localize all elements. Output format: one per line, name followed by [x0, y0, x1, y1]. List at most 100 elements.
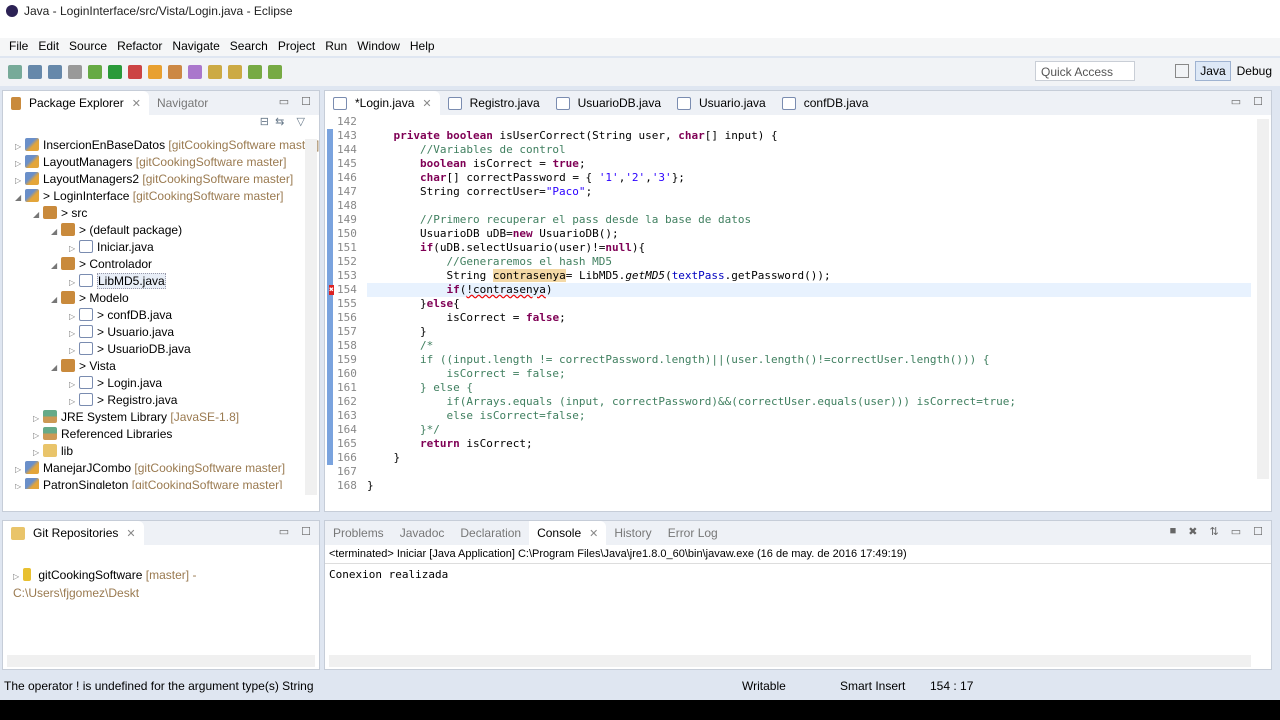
expanded-arrow-icon[interactable]: ◢	[51, 257, 61, 274]
tab-editor-file[interactable]: Registro.java	[440, 93, 548, 113]
editor-scrollbar[interactable]	[1257, 119, 1269, 479]
run-icon[interactable]	[108, 65, 122, 79]
forward-icon[interactable]	[268, 65, 282, 79]
tab-javadoc[interactable]: Javadoc	[392, 523, 453, 543]
tree-item[interactable]: ▷ JRE System Library [JavaSE-1.8]	[3, 409, 319, 426]
open-type-icon[interactable]	[168, 65, 182, 79]
perspective-debug[interactable]: Debug	[1237, 64, 1272, 78]
tree-item[interactable]: ▷ InsercionEnBaseDatos [gitCookingSoftwar…	[3, 137, 319, 154]
code-area[interactable]: 142 143 private boolean isUserCorrect(Str…	[329, 115, 1251, 493]
remove-launch-icon[interactable]: ✖	[1188, 525, 1197, 538]
collapsed-arrow-icon[interactable]: ▷	[69, 376, 79, 393]
collapsed-arrow-icon[interactable]: ▷	[69, 325, 79, 342]
maximize-icon[interactable]: ☐	[1253, 95, 1263, 108]
maximize-icon[interactable]: ☐	[1253, 525, 1263, 538]
close-icon[interactable]: ✕	[422, 97, 431, 110]
git-repo-item[interactable]: ▷ gitCookingSoftware [master] - C:\Users…	[3, 567, 319, 602]
expanded-arrow-icon[interactable]: ◢	[51, 359, 61, 376]
menu-source[interactable]: Source	[64, 38, 112, 56]
menu-run[interactable]: Run	[320, 38, 352, 56]
new-icon[interactable]	[8, 65, 22, 79]
menu-help[interactable]: Help	[405, 38, 440, 56]
tree-item[interactable]: ▷ > Usuario.java	[3, 324, 319, 341]
tab-editor-file[interactable]: UsuarioDB.java	[548, 93, 669, 113]
external-tools-icon[interactable]	[128, 65, 142, 79]
collapsed-arrow-icon[interactable]: ▷	[33, 410, 43, 427]
tab-history[interactable]: History	[606, 523, 659, 543]
tab-declaration[interactable]: Declaration	[452, 523, 529, 543]
tree-item[interactable]: ▷ > Registro.java	[3, 392, 319, 409]
back-icon[interactable]	[248, 65, 262, 79]
error-marker-icon[interactable]: ✖	[329, 285, 334, 295]
tab-problems[interactable]: Problems	[325, 523, 392, 543]
expanded-arrow-icon[interactable]: ◢	[51, 223, 61, 240]
tree-item[interactable]: ▷ > UsuarioDB.java	[3, 341, 319, 358]
menu-navigate[interactable]: Navigate	[167, 38, 224, 56]
tree-item[interactable]: ▷ PatronSingleton [gitCookingSoftware mas…	[3, 477, 319, 489]
save-all-icon[interactable]	[48, 65, 62, 79]
expanded-arrow-icon[interactable]: ◢	[33, 206, 43, 223]
terminate-icon[interactable]: ■	[1170, 525, 1177, 538]
scroll-lock-icon[interactable]: ⇅	[1210, 525, 1219, 538]
collapsed-arrow-icon[interactable]: ▷	[15, 478, 25, 489]
minimize-icon[interactable]: ▭	[279, 525, 289, 538]
perspective-java[interactable]: Java	[1195, 61, 1231, 81]
tab-editor-file[interactable]: *Login.java ✕	[325, 91, 440, 115]
minimize-icon[interactable]: ▭	[1231, 525, 1241, 538]
close-icon[interactable]: ✕	[132, 97, 141, 110]
git-horizontal-scrollbar[interactable]	[7, 655, 315, 667]
search-icon[interactable]	[188, 65, 202, 79]
debug-icon[interactable]	[88, 65, 102, 79]
tab-editor-file[interactable]: Usuario.java	[669, 93, 774, 113]
tab-editor-file[interactable]: confDB.java	[774, 93, 877, 113]
tree-item[interactable]: ▷ lib	[3, 443, 319, 460]
tab-git-repositories[interactable]: Git Repositories ✕	[3, 521, 144, 545]
collapsed-arrow-icon[interactable]: ▷	[69, 240, 79, 257]
collapsed-arrow-icon[interactable]: ▷	[69, 308, 79, 325]
menu-edit[interactable]: Edit	[33, 38, 64, 56]
maximize-icon[interactable]: ☐	[301, 525, 311, 538]
collapse-all-icon[interactable]: ⊟	[260, 116, 269, 128]
expanded-arrow-icon[interactable]: ◢	[51, 291, 61, 308]
tree-item[interactable]: ▷ > confDB.java	[3, 307, 319, 324]
menu-window[interactable]: Window	[352, 38, 405, 56]
close-icon[interactable]: ✕	[126, 527, 135, 540]
tree-item[interactable]: ▷ ManejarJCombo [gitCookingSoftware maste…	[3, 460, 319, 477]
tree-item[interactable]: ◢ > Vista	[3, 358, 319, 375]
minimize-icon[interactable]: ▭	[1231, 95, 1241, 108]
collapsed-arrow-icon[interactable]: ▷	[33, 427, 43, 444]
collapsed-arrow-icon[interactable]: ▷	[15, 155, 25, 172]
tree-item[interactable]: ▷ Iniciar.java	[3, 239, 319, 256]
collapsed-arrow-icon[interactable]: ▷	[15, 172, 25, 189]
collapsed-arrow-icon[interactable]: ▷	[69, 393, 79, 410]
menu-project[interactable]: Project	[273, 38, 320, 56]
tree-item[interactable]: ◢ > src	[3, 205, 319, 222]
maximize-icon[interactable]: ☐	[301, 95, 311, 108]
tree-item[interactable]: ▷ LibMD5.java	[3, 273, 319, 290]
tree-item[interactable]: ◢ > Controlador	[3, 256, 319, 273]
tree-item[interactable]: ▷ LayoutManagers [gitCookingSoftware mast…	[3, 154, 319, 171]
prev-annotation-icon[interactable]	[228, 65, 242, 79]
quick-access-input[interactable]: Quick Access	[1035, 61, 1135, 81]
open-perspective-icon[interactable]	[1175, 64, 1190, 78]
console-output[interactable]: Conexion realizada	[325, 564, 1271, 585]
print-icon[interactable]	[68, 65, 82, 79]
collapsed-arrow-icon[interactable]: ▷	[15, 461, 25, 478]
collapsed-arrow-icon[interactable]: ▷	[15, 138, 25, 155]
collapsed-arrow-icon[interactable]: ▷	[33, 444, 43, 461]
next-annotation-icon[interactable]	[208, 65, 222, 79]
menu-search[interactable]: Search	[225, 38, 273, 56]
close-icon[interactable]: ✕	[589, 527, 598, 540]
tab-navigator[interactable]: Navigator	[149, 93, 216, 113]
save-icon[interactable]	[28, 65, 42, 79]
collapsed-arrow-icon[interactable]: ▷	[69, 342, 79, 359]
menu-refactor[interactable]: Refactor	[112, 38, 167, 56]
tree-item[interactable]: ◢ > (default package)	[3, 222, 319, 239]
tree-item[interactable]: ◢ > Modelo	[3, 290, 319, 307]
tab-error-log[interactable]: Error Log	[660, 523, 726, 543]
expanded-arrow-icon[interactable]: ◢	[15, 189, 25, 206]
collapsed-arrow-icon[interactable]: ▷	[69, 274, 79, 291]
new-class-icon[interactable]	[148, 65, 162, 79]
tree-item[interactable]: ▷ > Login.java	[3, 375, 319, 392]
tree-item[interactable]: ▷ LayoutManagers2 [gitCookingSoftware mas…	[3, 171, 319, 188]
